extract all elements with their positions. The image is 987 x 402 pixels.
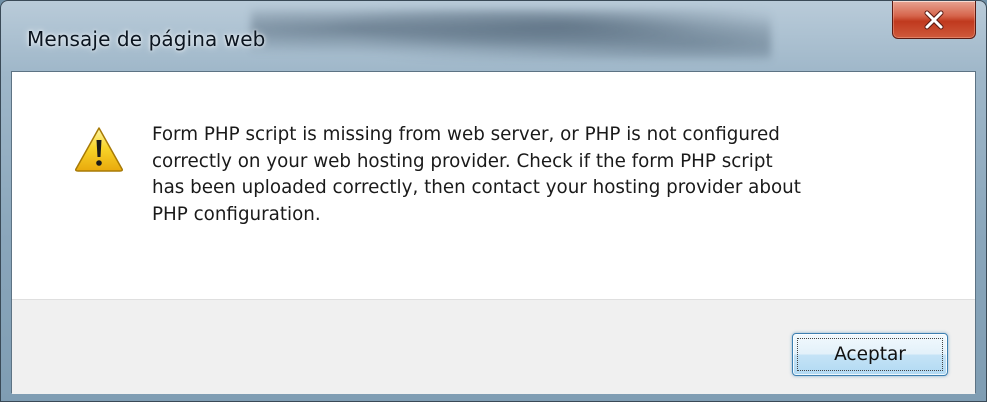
dialog-title: Mensaje de página web (27, 27, 266, 51)
button-area: Aceptar (12, 299, 975, 394)
ok-button[interactable]: Aceptar (792, 333, 948, 376)
dialog-window: Mensaje de página web Form PHP script is… (0, 0, 987, 402)
close-button[interactable] (892, 1, 976, 39)
message-text: Form PHP script is missing from web serv… (152, 124, 801, 225)
warning-icon (75, 127, 123, 172)
title-bar[interactable]: Mensaje de página web (1, 1, 986, 71)
dialog-client-area: Form PHP script is missing from web serv… (11, 71, 976, 394)
close-icon (924, 10, 944, 29)
message-area: Form PHP script is missing from web serv… (12, 72, 975, 299)
ok-button-label: Aceptar (834, 344, 906, 365)
